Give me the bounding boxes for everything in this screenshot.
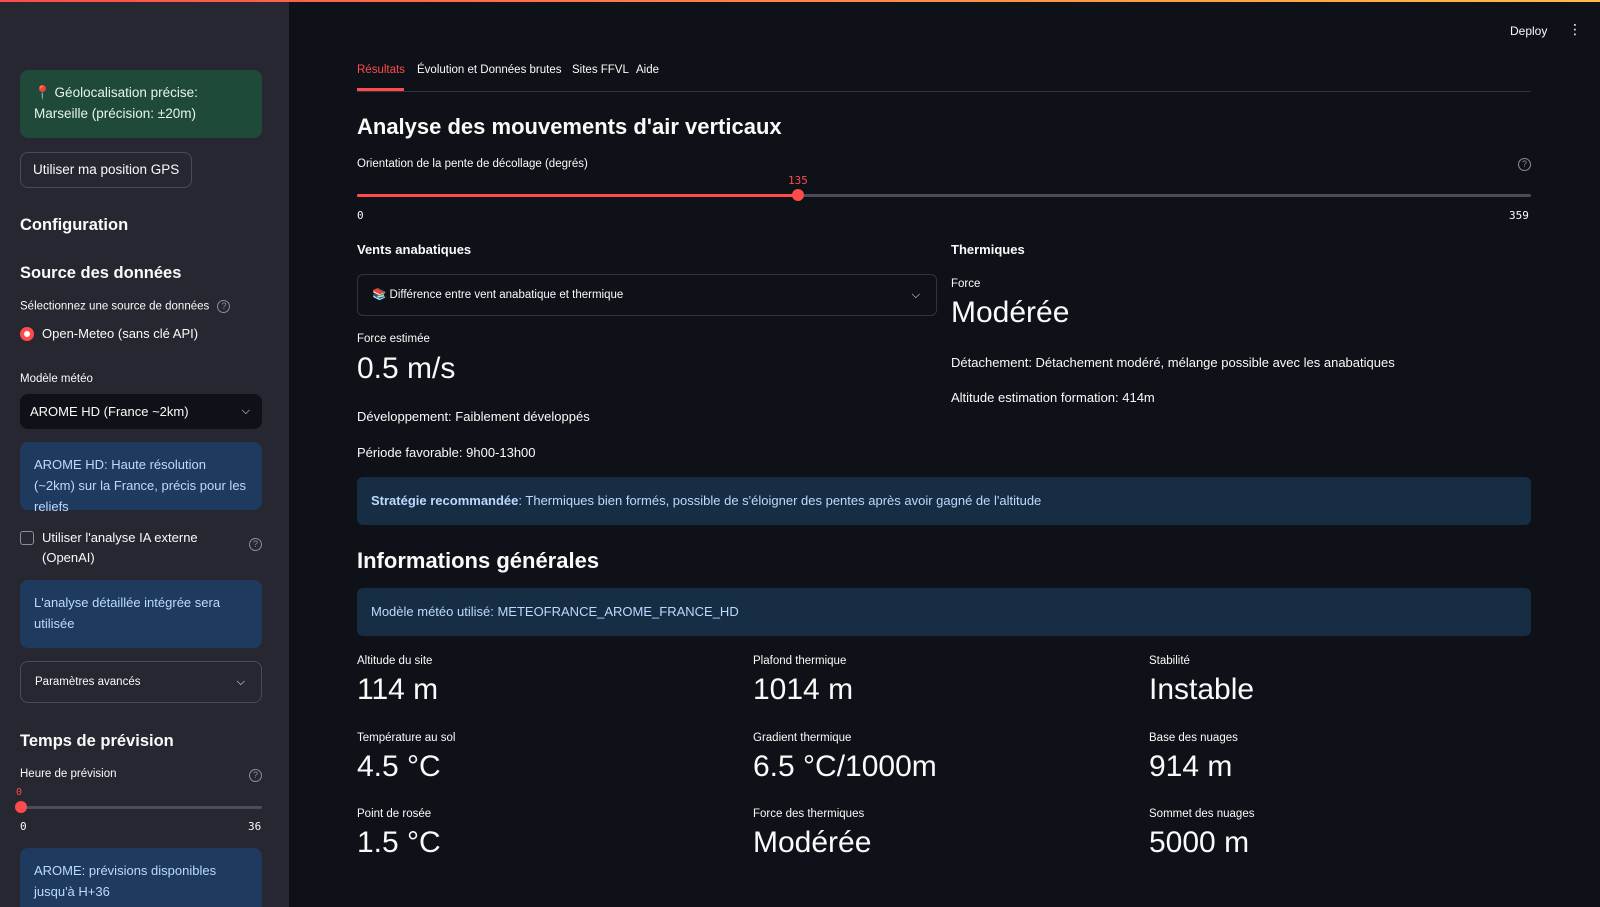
anabatic-period: Période favorable: 9h00-13h00 [357,445,536,460]
tab-sites-ffvl[interactable]: Sites FFVL [572,64,629,76]
geolocation-success-alert: 📍 Géolocalisation précise: Marseille (pr… [20,70,262,138]
anabatic-vs-thermal-expander[interactable]: 📚 Différence entre vent anabatique et th… [357,274,937,316]
forecast-info-text: AROME: prévisions disponibles jusqu'à H+… [34,863,217,899]
forecast-hour-label: Heure de prévision [20,768,117,780]
anabatic-force-value: 0.5 m/s [357,352,456,385]
metric-value: Instable [1149,673,1255,706]
strategy-label: Stratégie recommandée [371,493,519,508]
forecast-info-alert: AROME: prévisions disponibles jusqu'à H+… [20,848,262,907]
anabatic-development: Développement: Faiblement développés [357,409,590,424]
metric-label: Stabilité [1149,655,1190,667]
strategy-text: : Thermiques bien formés, possible de s'… [518,493,1042,508]
tab-resultats[interactable]: Résultats [357,64,405,76]
metric-value: 5000 m [1149,826,1250,859]
data-source-heading: Source des données [20,264,182,282]
main-menu-icon[interactable]: ⋮ [1568,22,1582,36]
thermals-force-value: Modérée [951,296,1070,329]
forecast-slider-min: 0 [20,820,27,833]
slope-slider-fill [357,194,799,197]
metric-label: Gradient thermique [753,732,852,744]
geolocation-text: 📍 Géolocalisation précise: Marseille (pr… [34,85,198,121]
tab-aide[interactable]: Aide [636,64,659,76]
weather-model-selected-value: AROME HD (France ~2km) [30,404,189,419]
metric-label: Sommet des nuages [1149,808,1255,820]
slope-slider-max: 359 [1509,209,1529,222]
active-tab-indicator [357,88,404,91]
chevron-down-icon: ⌵ [236,676,245,688]
metric-label: Point de rosée [357,808,432,820]
metric-label: Base des nuages [1149,732,1238,744]
help-icon[interactable]: ? [1518,158,1531,171]
slope-slider-min: 0 [357,209,364,222]
chevron-down-icon: ⌵ [241,405,250,417]
metric-value: 114 m [357,673,439,706]
anabatic-force-label: Force estimée [357,333,430,345]
thermals-force-label: Force [951,278,981,290]
forecast-slider-max: 36 [248,820,262,833]
radio-selected-icon[interactable] [20,326,34,341]
radio-open-meteo[interactable]: Open-Meteo (sans clé API) [20,326,198,341]
slope-orientation-label: Orientation de la pente de décollage (de… [357,158,588,170]
ai-analysis-label: Utiliser l'analyse IA externe (OpenAI) [42,530,198,565]
metric-label: Température au sol [357,732,456,744]
configuration-heading: Configuration [20,216,129,234]
metric-value: 1.5 °C [357,826,441,859]
model-used-banner: Modèle météo utilisé: METEOFRANCE_AROME_… [357,588,1531,636]
metric-value: 4.5 °C [357,750,441,783]
help-icon[interactable]: ? [217,300,231,313]
metric-value: 6.5 °C/1000m [753,750,937,783]
sidebar: 📍 Géolocalisation précise: Marseille (pr… [0,2,289,907]
metric-value: 1014 m [753,673,854,706]
metric-label: Plafond thermique [753,655,847,667]
weather-model-label: Modèle météo [20,373,93,385]
checkbox-box[interactable] [20,531,34,545]
help-icon[interactable]: ? [249,769,262,782]
anabatic-heading: Vents anabatiques [357,242,472,257]
slope-slider-thumb[interactable] [792,189,805,201]
model-info-alert: AROME HD: Haute résolution (~2km) sur la… [20,442,262,514]
tab-evolution[interactable]: Évolution et Données brutes [417,64,561,76]
strategy-banner: Stratégie recommandée: Thermiques bien f… [357,477,1531,525]
gps-position-button[interactable]: Utiliser ma position GPS [20,152,193,188]
ai-info-text: L'analyse détaillée intégrée sera utilis… [34,595,221,631]
advanced-settings-expander[interactable]: Paramètres avancés ⌵ [20,661,262,703]
thermals-altitude: Altitude estimation formation: 414m [951,390,1155,405]
thermals-heading: Thermiques [951,242,1025,257]
forecast-slider-track[interactable] [20,806,262,809]
data-source-label-text: Sélectionnez une source de données [20,300,210,313]
anabatic-expander-label: 📚 Différence entre vent anabatique et th… [372,289,624,301]
metric-label: Force des thermiques [753,808,865,820]
slope-slider-value: 135 [788,174,808,187]
forecast-time-heading: Temps de prévision [20,732,174,750]
page-title: Analyse des mouvements d'air verticaux [357,114,782,139]
deploy-button[interactable]: Deploy [1510,24,1547,38]
metric-value: 914 m [1149,750,1233,783]
tab-bar: Résultats Évolution et Données brutes Si… [357,62,1531,92]
ai-analysis-checkbox[interactable]: Utiliser l'analyse IA externe (OpenAI) ? [20,528,262,568]
help-icon[interactable]: ? [249,538,262,551]
metric-label: Altitude du site [357,655,433,667]
metric-value: Modérée [753,826,872,859]
weather-model-select[interactable]: AROME HD (France ~2km) ⌵ [20,394,262,429]
model-info-text: AROME HD: Haute résolution (~2km) sur la… [34,457,247,514]
advanced-settings-label: Paramètres avancés [35,676,141,688]
general-info-heading: Informations générales [357,548,600,573]
radio-open-meteo-label: Open-Meteo (sans clé API) [42,326,199,341]
data-source-label: Sélectionnez une source de données ? [20,300,231,313]
forecast-slider-thumb[interactable] [15,801,27,813]
thermals-detachment: Détachement: Détachement modéré, mélange… [951,355,1395,370]
model-used-text: Modèle météo utilisé: METEOFRANCE_AROME_… [371,604,739,619]
ai-info-alert: L'analyse détaillée intégrée sera utilis… [20,580,262,648]
forecast-slider-value: 0 [16,787,23,798]
chevron-down-icon: ⌵ [911,289,920,301]
